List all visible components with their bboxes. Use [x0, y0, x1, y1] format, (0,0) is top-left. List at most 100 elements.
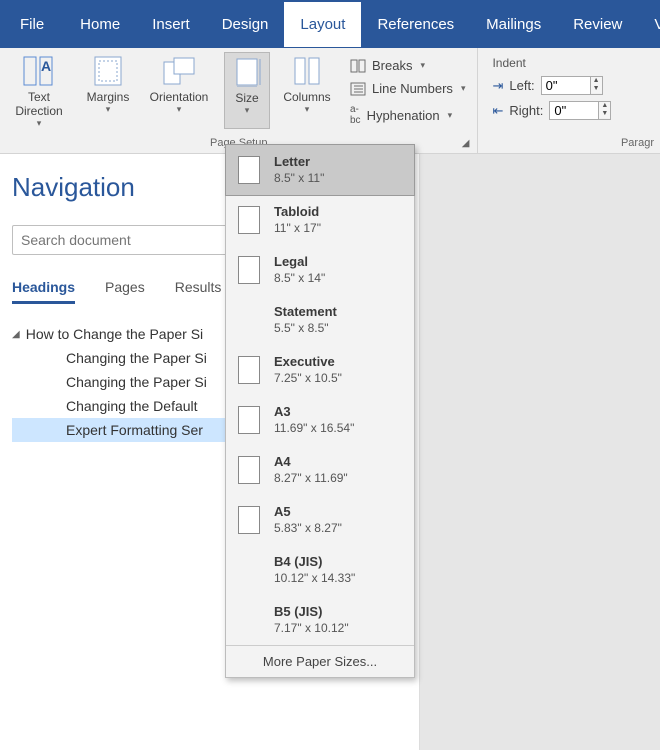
chevron-down-icon: ▾: [448, 110, 453, 121]
tab-home[interactable]: Home: [64, 2, 136, 47]
size-option[interactable]: Statement5.5" x 8.5": [226, 295, 414, 345]
indent-right-icon: ⇤: [492, 103, 503, 119]
page-icon: [238, 506, 260, 534]
indent-heading: Indent: [492, 56, 646, 70]
indent-left-icon: ⇥: [492, 78, 503, 94]
size-option[interactable]: A55.83" x 8.27": [226, 495, 414, 545]
indent-left-input[interactable]: [541, 76, 591, 95]
chevron-down-icon: ▾: [420, 60, 425, 71]
page-icon: [238, 406, 260, 434]
text-direction-icon: A: [22, 54, 56, 88]
size-option-name: B5 (JIS): [274, 603, 349, 620]
tab-design[interactable]: Design: [206, 2, 285, 47]
orientation-icon: [162, 54, 196, 88]
collapse-icon: ◢: [12, 329, 20, 340]
size-option-dim: 5.5" x 8.5": [274, 320, 337, 337]
page-icon: [238, 356, 260, 384]
size-option-dim: 11" x 17": [274, 220, 321, 237]
page-icon: [238, 456, 260, 484]
orientation-button[interactable]: Orientation ▾: [144, 52, 214, 129]
size-option[interactable]: Tabloid11" x 17": [226, 195, 414, 245]
size-option[interactable]: Executive7.25" x 10.5": [226, 345, 414, 395]
indent-left-label: Left:: [509, 78, 534, 93]
hyphenation-label: Hyphenation: [367, 108, 440, 123]
size-option-dim: 10.12" x 14.33": [274, 570, 355, 587]
tab-layout[interactable]: Layout: [284, 2, 361, 47]
chevron-down-icon: ▾: [177, 104, 182, 115]
size-option-name: A4: [274, 453, 348, 470]
size-option-name: A3: [274, 403, 354, 420]
columns-button[interactable]: Columns ▾: [280, 52, 334, 129]
indent-right-label: Right:: [509, 103, 543, 118]
size-button[interactable]: Size ▾: [224, 52, 270, 129]
spin-up[interactable]: ▲: [599, 102, 610, 110]
size-dropdown: Letter8.5" x 11"Tabloid11" x 17"Legal8.5…: [225, 144, 415, 678]
size-option[interactable]: Letter8.5" x 11": [225, 144, 415, 196]
size-option-dim: 5.83" x 8.27": [274, 520, 342, 537]
breaks-button[interactable]: Breaks ▾: [344, 56, 471, 75]
spin-down[interactable]: ▼: [591, 85, 602, 93]
svg-text:A: A: [41, 58, 51, 74]
ribbon: A Text Direction ▾ Margins ▾ Orientation…: [0, 48, 660, 154]
menubar: File Home Insert Design Layout Reference…: [0, 0, 660, 48]
page-icon: [238, 306, 260, 334]
chevron-down-icon: ▾: [37, 118, 42, 129]
size-icon: [230, 55, 264, 89]
tab-view[interactable]: View: [638, 2, 660, 47]
nav-tab-pages[interactable]: Pages: [105, 279, 145, 304]
size-option[interactable]: Legal8.5" x 14": [226, 245, 414, 295]
line-numbers-icon: [350, 82, 366, 96]
size-option-dim: 7.25" x 10.5": [274, 370, 342, 387]
size-option-name: Tabloid: [274, 203, 321, 220]
size-label: Size: [235, 91, 258, 105]
columns-icon: [290, 54, 324, 88]
page-icon: [238, 156, 260, 184]
page-icon: [238, 606, 260, 634]
text-direction-label: Text Direction: [6, 90, 72, 118]
columns-label: Columns: [283, 90, 330, 104]
dialog-launcher-page-setup[interactable]: ◢: [462, 138, 470, 149]
margins-button[interactable]: Margins ▾: [82, 52, 134, 129]
orientation-label: Orientation: [150, 90, 209, 104]
tab-file[interactable]: File: [0, 2, 64, 47]
page-icon: [238, 556, 260, 584]
document-area[interactable]: [420, 154, 660, 750]
tab-references[interactable]: References: [361, 2, 470, 47]
chevron-down-icon: ▾: [305, 104, 310, 115]
page-icon: [238, 256, 260, 284]
tab-insert[interactable]: Insert: [136, 2, 206, 47]
nav-tab-headings[interactable]: Headings: [12, 279, 75, 304]
size-option-dim: 8.5" x 14": [274, 270, 325, 287]
hyphenation-icon: a-bc: [350, 104, 361, 126]
size-option-dim: 11.69" x 16.54": [274, 420, 354, 437]
size-option-name: A5: [274, 503, 342, 520]
spin-up[interactable]: ▲: [591, 77, 602, 85]
size-option-name: Letter: [274, 153, 324, 170]
line-numbers-label: Line Numbers: [372, 81, 453, 96]
chevron-down-icon: ▾: [461, 83, 466, 94]
breaks-label: Breaks: [372, 58, 412, 73]
hyphenation-button[interactable]: a-bc Hyphenation ▾: [344, 102, 471, 128]
size-option-dim: 8.5" x 11": [274, 170, 324, 187]
size-option[interactable]: B5 (JIS)7.17" x 10.12": [226, 595, 414, 645]
text-direction-button[interactable]: A Text Direction ▾: [6, 52, 72, 129]
size-option[interactable]: A48.27" x 11.69": [226, 445, 414, 495]
margins-label: Margins: [87, 90, 130, 104]
chevron-down-icon: ▾: [106, 104, 111, 115]
more-paper-sizes[interactable]: More Paper Sizes...: [226, 645, 414, 677]
line-numbers-button[interactable]: Line Numbers ▾: [344, 79, 471, 98]
size-option-name: Legal: [274, 253, 325, 270]
size-option-dim: 8.27" x 11.69": [274, 470, 348, 487]
spin-down[interactable]: ▼: [599, 110, 610, 118]
indent-right-input[interactable]: [549, 101, 599, 120]
size-option-name: B4 (JIS): [274, 553, 355, 570]
nav-tab-results[interactable]: Results: [175, 279, 222, 304]
size-option-name: Executive: [274, 353, 342, 370]
size-option-dim: 7.17" x 10.12": [274, 620, 349, 637]
size-option[interactable]: B4 (JIS)10.12" x 14.33": [226, 545, 414, 595]
tab-mailings[interactable]: Mailings: [470, 2, 557, 47]
size-option[interactable]: A311.69" x 16.54": [226, 395, 414, 445]
margins-icon: [91, 54, 125, 88]
tree-root-label: How to Change the Paper Si: [26, 326, 203, 342]
tab-review[interactable]: Review: [557, 2, 638, 47]
